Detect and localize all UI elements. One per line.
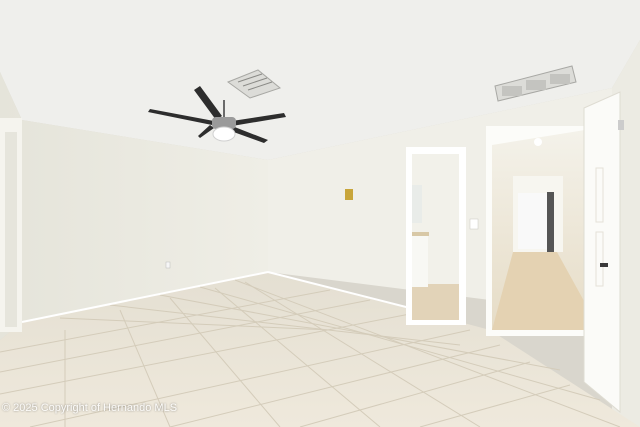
- fan-light: [212, 126, 236, 142]
- yellow-wall-plate: [345, 189, 353, 200]
- door-hinge: [618, 120, 624, 130]
- hallway-curtain: [547, 192, 554, 262]
- bathroom-vanity: [412, 235, 428, 287]
- open-door: [583, 91, 621, 414]
- door-handle: [600, 263, 608, 267]
- light-switch: [469, 218, 479, 230]
- room-photo: [0, 0, 640, 427]
- bathroom-floor: [412, 284, 459, 320]
- bathroom-countertop: [412, 232, 429, 236]
- hallway-ceiling-light: [534, 138, 542, 146]
- hallway-window: [518, 193, 550, 249]
- wall-outlet: [165, 261, 171, 269]
- bathroom-mirror: [412, 185, 422, 223]
- mls-watermark: © 2025 Copyright of Hernando MLS: [2, 402, 178, 414]
- left-door-frame-edge: [5, 132, 17, 327]
